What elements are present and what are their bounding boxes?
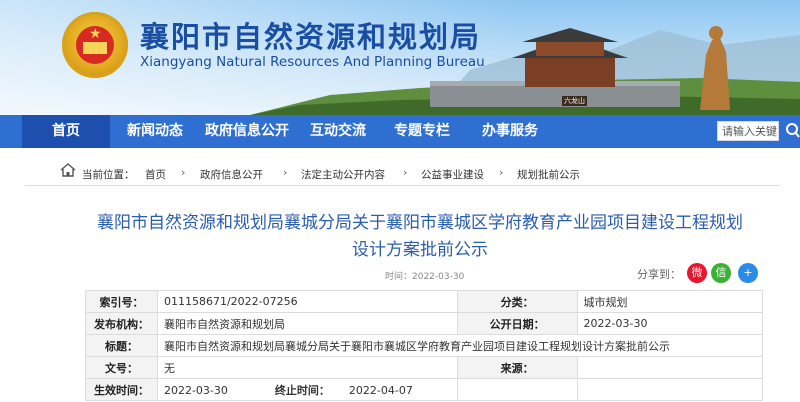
index-label: 索引号：	[85, 290, 158, 313]
breadcrumb-item-gov-info[interactable]: 政府信息公开	[200, 167, 263, 182]
title-value: 襄阳市自然资源和规划局襄城分局关于襄阳市襄城区学府教育产业园项目建设工程规划设计…	[156, 334, 764, 357]
table-row: 标题： 襄阳市自然资源和规划局襄城分局关于襄阳市襄城区学府教育产业园项目建设工程…	[85, 334, 764, 357]
home-icon[interactable]	[60, 163, 76, 177]
empty-cell	[456, 378, 578, 401]
breadcrumb-item-legal[interactable]: 法定主动公开内容	[301, 167, 385, 182]
header-banner: 六龙山 ★ 襄阳市自然资源和规划局 Xiangyang Natural Reso…	[0, 0, 800, 115]
scene-label: 六龙山	[562, 96, 587, 106]
org-value: 襄阳市自然资源和规划局	[156, 312, 458, 335]
nav-item-gov-info[interactable]: 政府信息公开	[197, 115, 297, 148]
docno-value: 无	[156, 356, 458, 379]
category-value: 城市规划	[576, 290, 764, 313]
source-value	[576, 356, 764, 379]
index-value: 011158671/2022-07256	[156, 290, 458, 313]
org-label: 发布机构：	[85, 312, 158, 335]
article-title: 襄阳市自然资源和规划局襄城分局关于襄阳市襄城区学府教育产业园项目建设工程规划 设…	[60, 210, 780, 264]
national-emblem: ★	[62, 12, 128, 78]
emblem-star-icon: ★	[89, 26, 102, 42]
end-date: 2022-04-07	[348, 383, 413, 397]
wechat-share-icon[interactable]: 信	[711, 263, 731, 283]
emblem-gate	[83, 42, 107, 54]
search-input[interactable]: 请输入关键	[717, 121, 779, 141]
breadcrumb-separator-icon: ›	[181, 166, 186, 179]
docno-label: 文号：	[85, 356, 158, 379]
nav-item-services[interactable]: 办事服务	[470, 115, 550, 148]
breadcrumb-separator-icon: ›	[283, 166, 288, 179]
source-label: 来源：	[456, 356, 578, 379]
table-row: 文号： 无 来源：	[85, 356, 764, 379]
main-nav: 首页 新闻动态 政府信息公开 互动交流 专题专栏 办事服务 请输入关键	[0, 115, 800, 148]
empty-cell	[576, 378, 764, 401]
pubdate-label: 公开日期：	[456, 312, 578, 335]
table-row: 生效时间： 2022-03-30 终止时间： 2022-04-07	[85, 378, 764, 401]
end-label: 终止时间：	[274, 383, 330, 397]
breadcrumb-item-home[interactable]: 首页	[145, 167, 166, 182]
effective-value: 2022-03-30 终止时间： 2022-04-07	[156, 378, 458, 401]
search-icon[interactable]	[784, 120, 800, 142]
metadata-table: 索引号： 011158671/2022-07256 分类： 城市规划 发布机构：…	[85, 290, 764, 401]
share-more-icon[interactable]: +	[738, 263, 758, 283]
site-title[interactable]: 襄阳市自然资源和规划局	[140, 14, 481, 56]
category-label: 分类：	[456, 290, 578, 313]
effective-label: 生效时间：	[85, 378, 158, 401]
pubdate-value: 2022-03-30	[576, 312, 764, 335]
nav-item-news[interactable]: 新闻动态	[115, 115, 195, 148]
nav-item-home[interactable]: 首页	[22, 115, 110, 148]
site-subtitle: Xiangyang Natural Resources And Planning…	[140, 54, 485, 70]
breadcrumb-separator-icon: ›	[403, 166, 408, 179]
title-label: 标题：	[85, 334, 158, 357]
breadcrumb-divider	[25, 185, 780, 186]
breadcrumb-prefix: 当前位置：	[82, 169, 135, 181]
article-time: 时间：2022-03-30	[385, 272, 465, 282]
nav-item-interaction[interactable]: 互动交流	[298, 115, 378, 148]
table-row: 索引号： 011158671/2022-07256 分类： 城市规划	[85, 290, 764, 313]
weibo-share-icon[interactable]: 微	[687, 263, 707, 283]
share-label: 分享到：	[637, 268, 681, 281]
table-row: 发布机构： 襄阳市自然资源和规划局 公开日期： 2022-03-30	[85, 312, 764, 335]
article-title-line2: 设计方案批前公示	[352, 240, 488, 260]
article-title-line1: 襄阳市自然资源和规划局襄城分局关于襄阳市襄城区学府教育产业园项目建设工程规划	[97, 213, 743, 233]
effective-date: 2022-03-30	[163, 383, 228, 397]
breadcrumb-item-public-welfare[interactable]: 公益事业建设	[421, 167, 484, 182]
breadcrumb-separator-icon: ›	[499, 166, 504, 179]
breadcrumb-item-planning[interactable]: 规划批前公示	[517, 167, 580, 182]
nav-item-topics[interactable]: 专题专栏	[382, 115, 462, 148]
